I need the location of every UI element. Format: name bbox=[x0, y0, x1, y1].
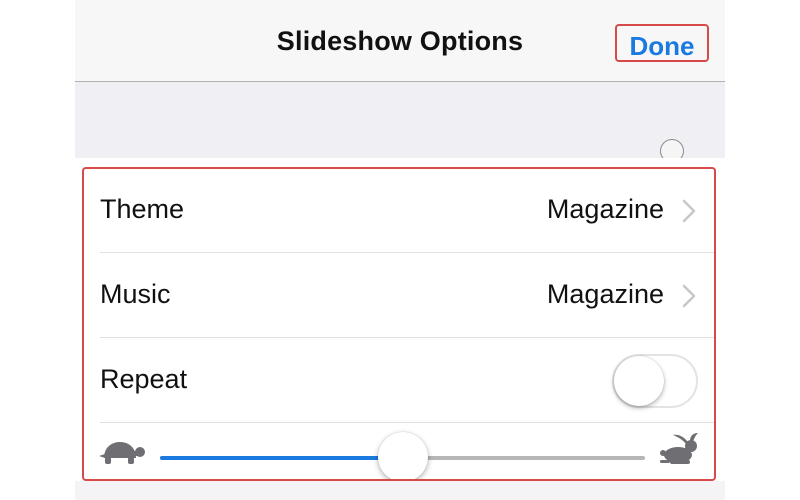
done-button-label: Done bbox=[629, 31, 695, 61]
speed-slider-thumb[interactable] bbox=[377, 432, 428, 482]
theme-value: Magazine bbox=[546, 194, 664, 224]
turtle-icon bbox=[99, 442, 145, 464]
repeat-label: Repeat bbox=[100, 364, 188, 394]
settings-group: Theme Magazine Music Magazine Repeat bbox=[75, 158, 725, 500]
repeat-row: Repeat bbox=[82, 338, 716, 423]
music-value: Magazine bbox=[546, 279, 664, 309]
rabbit-icon bbox=[660, 433, 698, 464]
speed-slider-fill bbox=[160, 456, 403, 460]
done-button[interactable]: Done bbox=[615, 24, 709, 62]
speed-slider-row bbox=[82, 413, 716, 482]
navigation-bar: Slideshow Options Done bbox=[75, 0, 725, 82]
chevron-right-icon bbox=[682, 199, 696, 223]
music-label: Music bbox=[100, 279, 171, 309]
theme-row[interactable]: Theme Magazine bbox=[82, 168, 716, 253]
music-row[interactable]: Music Magazine bbox=[82, 253, 716, 338]
slideshow-options-screen: Slideshow Options Done Theme Magazine Mu… bbox=[75, 0, 725, 500]
list-bottom-fade bbox=[75, 481, 725, 500]
repeat-toggle[interactable] bbox=[612, 354, 698, 408]
chevron-right-icon bbox=[682, 284, 696, 308]
theme-label: Theme bbox=[100, 194, 185, 224]
toggle-knob bbox=[614, 356, 664, 406]
